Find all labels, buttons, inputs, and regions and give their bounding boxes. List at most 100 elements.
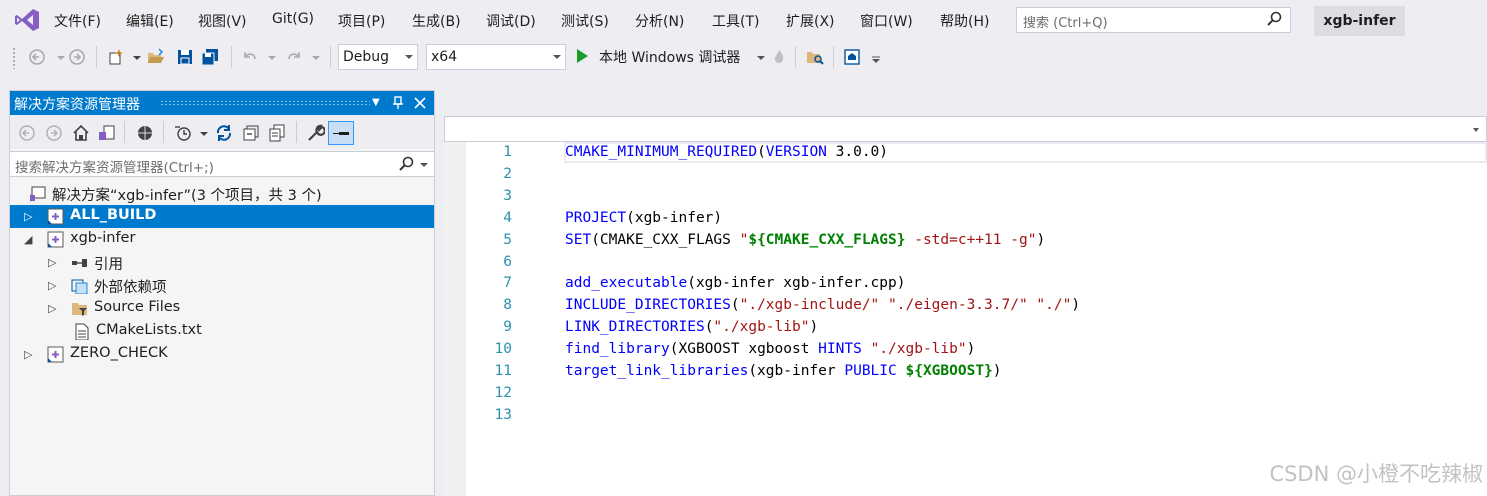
solution-explorer-search-box[interactable]: 搜索解决方案资源管理器(Ctrl+;) <box>10 151 434 177</box>
code-token-kw: HINTS <box>818 341 862 358</box>
menu-item-4[interactable]: 项目(P) <box>338 11 385 31</box>
code-text: SET(CMAKE_CXX_FLAGS "${CMAKE_CXX_FLAGS} … <box>565 232 1045 248</box>
tree-item-source-files[interactable]: ▷ Source Files <box>10 297 434 320</box>
tree-item-xgb-infer-3-3[interactable]: 解决方案“xgb-infer”(3 个项目，共 3 个) <box>10 182 434 205</box>
menu-item-12[interactable]: 帮助(H) <box>940 11 989 31</box>
tree-item-[interactable]: ▷ 外部依赖项 <box>10 274 434 297</box>
code-line[interactable]: 1 CMAKE_MINIMUM_REQUIRED(VERSION 3.0.0) <box>444 142 1487 164</box>
menu-item-0[interactable]: 文件(F) <box>54 11 101 31</box>
toolbar-overflow-icon[interactable] <box>867 48 885 66</box>
menu-item-1[interactable]: 编辑(E) <box>126 11 174 31</box>
collapse-arrow-icon[interactable]: ◢ <box>24 233 32 246</box>
pending-changes-filter-icon[interactable] <box>174 124 192 142</box>
tree-item-all-build[interactable]: ▷ ALL_BUILD <box>10 205 434 228</box>
filter-dropdown-icon[interactable] <box>195 124 213 142</box>
cmake-project-icon <box>47 346 64 363</box>
search-icon[interactable] <box>398 156 414 172</box>
refresh-icon[interactable] <box>215 124 233 142</box>
code-line[interactable]: 11 target_link_libraries(xgb-infer PUBLIC… <box>444 361 1487 383</box>
code-line[interactable]: 4 PROJECT(xgb-infer) <box>444 208 1487 230</box>
new-dropdown-icon[interactable] <box>128 48 146 66</box>
line-number: 9 <box>503 319 512 336</box>
tree-item-label: ALL_BUILD <box>70 207 157 223</box>
expand-arrow-icon[interactable]: ▷ <box>24 210 32 223</box>
tree-item-cmakelists-txt[interactable]: CMakeLists.txt <box>10 320 434 343</box>
expand-arrow-icon[interactable]: ▷ <box>48 256 56 269</box>
code-token-var: ${XGBOOST} <box>905 363 993 379</box>
forward-icon[interactable] <box>45 124 63 142</box>
global-search-box[interactable]: 搜索 (Ctrl+Q) <box>1016 7 1291 33</box>
code-token-plain: (xgb-infer xgb-infer.cpp) <box>687 275 906 292</box>
switch-views-icon[interactable] <box>98 124 116 142</box>
menu-item-7[interactable]: 测试(S) <box>561 11 609 31</box>
redo-icon[interactable] <box>285 48 303 66</box>
visual-studio-logo-icon[interactable] <box>14 8 40 32</box>
redo-dropdown-icon[interactable] <box>307 48 325 66</box>
expand-arrow-icon[interactable]: ▷ <box>24 348 32 361</box>
auto-hide-pin-icon[interactable] <box>392 96 404 110</box>
solution-platform-select[interactable]: x64 <box>426 44 566 70</box>
browser-link-icon[interactable] <box>843 48 861 66</box>
home-icon[interactable] <box>72 124 90 142</box>
save-all-icon[interactable] <box>201 48 219 66</box>
open-file-icon[interactable] <box>147 48 165 66</box>
code-line[interactable]: 12 <box>444 383 1487 405</box>
tree-item-zero-check[interactable]: ▷ ZERO_CHECK <box>10 343 434 366</box>
undo-icon[interactable] <box>241 48 259 66</box>
tree-item-xgb-infer[interactable]: ◢ xgb-infer <box>10 228 434 251</box>
toolbar-separator <box>124 121 125 143</box>
preview-selected-items-button[interactable] <box>328 121 354 145</box>
tree-item-[interactable]: ▷ 引用 <box>10 251 434 274</box>
menu-bar: 文件(F) 编辑(E) 视图(V) Git(G) 项目(P) 生成(B) 调试(D) 测试(S… <box>0 0 1487 40</box>
menu-item-3[interactable]: Git(G) <box>272 11 314 27</box>
chevron-down-icon[interactable] <box>1473 128 1479 132</box>
window-position-menu-icon[interactable]: ▼ <box>372 97 380 108</box>
solution-configuration-select[interactable]: Debug <box>338 44 418 70</box>
menu-item-5[interactable]: 生成(B) <box>412 11 461 31</box>
code-token-var: ${CMAKE_CXX_FLAGS} <box>748 231 906 248</box>
code-line[interactable]: 2 <box>444 164 1487 186</box>
save-icon[interactable] <box>176 48 194 66</box>
toolbar-grip[interactable] <box>12 47 16 69</box>
search-options-dropdown-icon[interactable] <box>419 160 429 170</box>
code-line[interactable]: 8 INCLUDE_DIRECTORIES("./xgb-include/" ".… <box>444 295 1487 317</box>
code-text: CMAKE_MINIMUM_REQUIRED(VERSION 3.0.0) <box>565 144 888 160</box>
menu-item-10[interactable]: 扩展(X) <box>786 11 835 31</box>
code-line[interactable]: 7 add_executable(xgb-infer xgb-infer.cpp) <box>444 273 1487 295</box>
find-in-files-icon[interactable] <box>806 48 824 66</box>
debug-target-dropdown-icon[interactable] <box>752 48 770 66</box>
back-icon[interactable] <box>18 124 36 142</box>
undo-dropdown-icon[interactable] <box>263 48 281 66</box>
chevron-down-icon <box>405 55 413 59</box>
code-line[interactable]: 9 LINK_DIRECTORIES("./xgb-lib") <box>444 317 1487 339</box>
menu-item-6[interactable]: 调试(D) <box>486 11 536 31</box>
expand-arrow-icon[interactable]: ▷ <box>48 302 56 315</box>
hot-reload-icon[interactable] <box>770 48 788 66</box>
close-icon[interactable] <box>414 97 426 109</box>
line-number: 8 <box>503 297 512 314</box>
code-line[interactable]: 5 SET(CMAKE_CXX_FLAGS "${CMAKE_CXX_FLAGS}… <box>444 230 1487 252</box>
menu-item-11[interactable]: 窗口(W) <box>860 11 913 31</box>
menu-item-2[interactable]: 视图(V) <box>198 11 247 31</box>
show-all-files-icon[interactable] <box>136 124 154 142</box>
project-name-badge[interactable]: xgb-infer <box>1314 6 1405 36</box>
expand-arrow-icon[interactable]: ▷ <box>48 279 56 292</box>
code-line[interactable]: 13 <box>444 405 1487 427</box>
editor-navigation-bar[interactable] <box>444 116 1487 142</box>
code-token-plain: 3.0.0) <box>826 144 889 160</box>
code-line[interactable]: 3 <box>444 186 1487 208</box>
new-project-icon[interactable] <box>107 48 125 66</box>
collapse-all-icon[interactable] <box>242 124 260 142</box>
menu-item-8[interactable]: 分析(N) <box>635 11 684 31</box>
search-icon[interactable] <box>1266 11 1282 27</box>
menu-item-9[interactable]: 工具(T) <box>712 11 759 31</box>
code-line[interactable]: 6 <box>444 252 1487 274</box>
solution-explorer-titlebar[interactable]: 解决方案资源管理器 ▼ <box>10 91 434 115</box>
navigate-forward-icon[interactable] <box>68 48 86 66</box>
code-token-kw: target_link_libraries <box>565 363 749 379</box>
navigate-back-icon[interactable] <box>28 48 46 66</box>
code-editor[interactable]: 1 CMAKE_MINIMUM_REQUIRED(VERSION 3.0.0) 2 3… <box>444 142 1487 496</box>
code-line[interactable]: 10 find_library(XGBOOST xgboost HINTS "./… <box>444 339 1487 361</box>
show-all-copies-icon[interactable] <box>268 124 286 142</box>
properties-wrench-icon[interactable] <box>307 124 325 142</box>
